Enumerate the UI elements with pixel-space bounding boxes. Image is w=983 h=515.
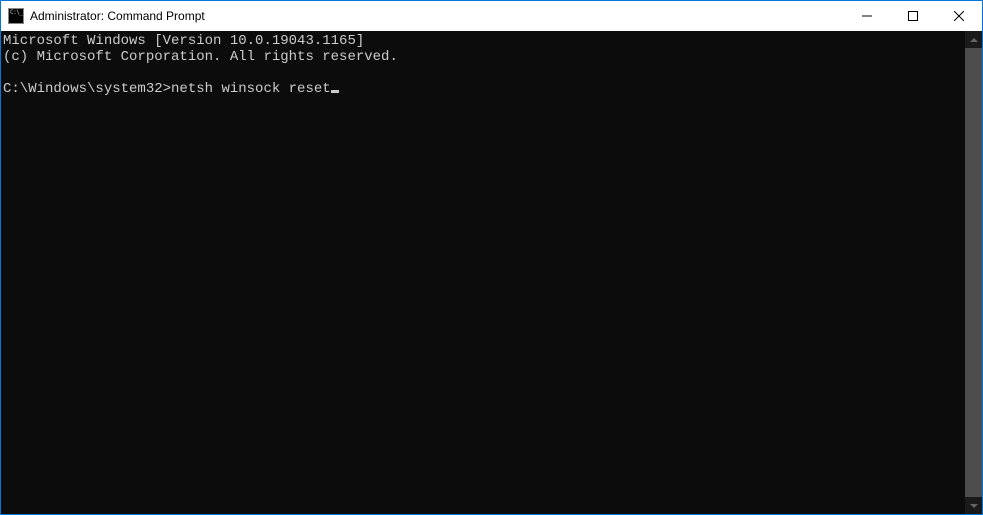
typed-command: netsh winsock reset (171, 81, 331, 97)
blank-line (3, 65, 965, 81)
scroll-track[interactable] (965, 48, 982, 497)
scroll-thumb[interactable] (965, 48, 982, 497)
window-title: Administrator: Command Prompt (30, 9, 844, 23)
banner-line-2: (c) Microsoft Corporation. All rights re… (3, 49, 965, 65)
minimize-icon (862, 11, 872, 21)
vertical-scrollbar[interactable] (965, 31, 982, 514)
text-cursor (331, 90, 339, 93)
prompt-line: C:\Windows\system32>netsh winsock reset (3, 81, 965, 97)
titlebar[interactable]: Administrator: Command Prompt (1, 1, 982, 31)
maximize-icon (908, 11, 918, 21)
scroll-up-button[interactable] (965, 31, 982, 48)
chevron-up-icon (970, 38, 978, 42)
chevron-down-icon (970, 504, 978, 508)
window-controls (844, 1, 982, 31)
close-button[interactable] (936, 1, 982, 31)
client-area: Microsoft Windows [Version 10.0.19043.11… (1, 31, 982, 514)
terminal-output[interactable]: Microsoft Windows [Version 10.0.19043.11… (1, 31, 965, 514)
scroll-down-button[interactable] (965, 497, 982, 514)
command-prompt-window: Administrator: Command Prompt Microsoft … (0, 0, 983, 515)
cmd-icon (8, 8, 24, 24)
banner-line-1: Microsoft Windows [Version 10.0.19043.11… (3, 33, 965, 49)
minimize-button[interactable] (844, 1, 890, 31)
maximize-button[interactable] (890, 1, 936, 31)
close-icon (954, 11, 964, 21)
prompt-path: C:\Windows\system32> (3, 81, 171, 97)
